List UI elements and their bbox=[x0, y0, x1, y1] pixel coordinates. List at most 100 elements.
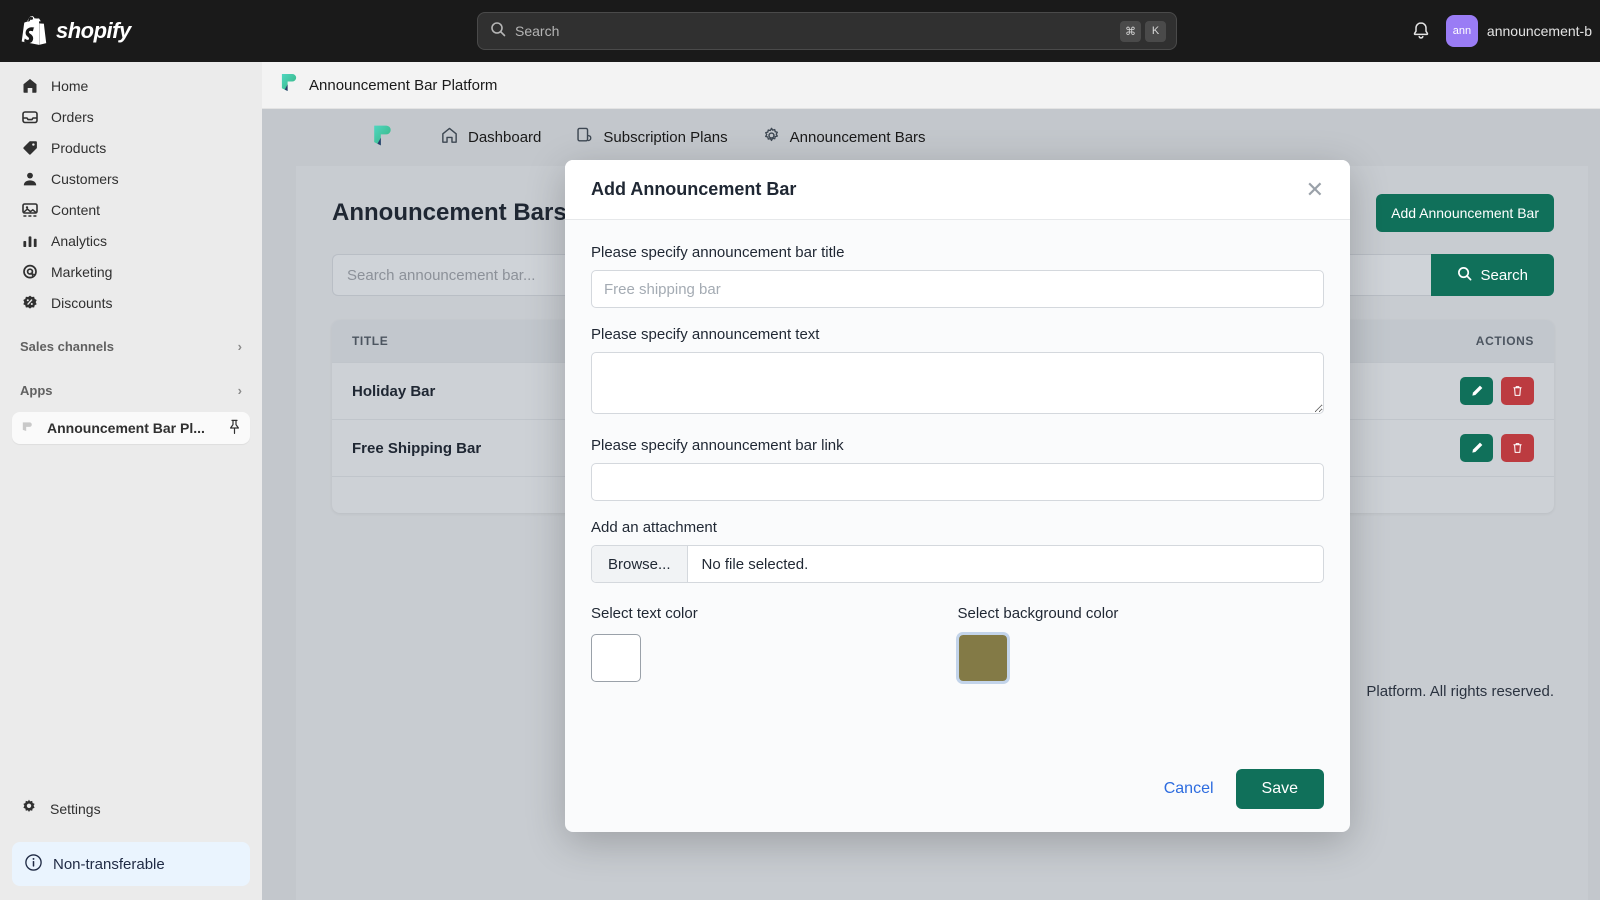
sidebar-item-products[interactable]: Products bbox=[12, 132, 250, 163]
chevron-right-icon: › bbox=[237, 383, 242, 398]
background-color-group: Select background color bbox=[955, 605, 1325, 684]
app-title: Announcement Bar Platform bbox=[309, 76, 498, 94]
content-image-icon bbox=[20, 200, 39, 219]
search-button-label: Search bbox=[1480, 266, 1528, 284]
announcement-search-button[interactable]: Search bbox=[1431, 254, 1554, 296]
top-bar-right: ann announcement-b bbox=[1410, 0, 1600, 62]
save-button[interactable]: Save bbox=[1235, 769, 1324, 809]
sidebar-item-label: Content bbox=[51, 201, 101, 218]
top-bar: shopify Search ⌘ K ann announcement-b bbox=[0, 0, 1600, 62]
product-tag-icon bbox=[20, 138, 39, 157]
color-pickers-row: Select text color Select background colo… bbox=[591, 605, 1325, 684]
close-icon[interactable]: ✕ bbox=[1306, 178, 1324, 201]
marketing-target-icon bbox=[20, 262, 39, 281]
info-circle-icon bbox=[24, 853, 43, 876]
app-nav-label: Subscription Plans bbox=[603, 129, 728, 146]
app-nav-label: Announcement Bars bbox=[789, 129, 926, 146]
orders-inbox-icon bbox=[20, 107, 39, 126]
person-icon bbox=[20, 169, 39, 188]
pin-icon[interactable] bbox=[227, 419, 242, 438]
sidebar-item-label: Home bbox=[51, 77, 89, 94]
shopify-wordmark: shopify bbox=[56, 18, 131, 43]
search-placeholder: Search bbox=[515, 23, 560, 39]
sidebar-item-orders[interactable]: Orders bbox=[12, 101, 250, 132]
search-icon bbox=[1457, 266, 1472, 285]
sidebar-item-label: Analytics bbox=[51, 232, 108, 249]
trash-icon[interactable] bbox=[1501, 434, 1534, 462]
bar-chart-icon bbox=[20, 231, 39, 250]
modal-body: Please specify announcement bar title Pl… bbox=[565, 220, 1350, 746]
home-outline-icon bbox=[440, 126, 459, 149]
modal-title: Add Announcement Bar bbox=[591, 179, 797, 199]
announcement-link-input[interactable] bbox=[591, 463, 1324, 501]
chevron-right-icon: › bbox=[237, 339, 242, 354]
app-footer-text: Platform. All rights reserved. bbox=[1366, 683, 1554, 700]
add-announcement-bar-modal: Add Announcement Bar ✕ Please specify an… bbox=[565, 160, 1350, 832]
global-search[interactable]: Search ⌘ K bbox=[477, 12, 1177, 50]
text-color-swatch[interactable] bbox=[591, 634, 641, 682]
sidebar-section-sales-channels[interactable]: Sales channels › bbox=[12, 331, 250, 362]
sidebar: Home Orders Products Customers Content A… bbox=[0, 62, 262, 900]
browse-button[interactable]: Browse... bbox=[592, 546, 688, 582]
kbd-command: ⌘ bbox=[1120, 20, 1141, 42]
modal-footer: Cancel Save bbox=[565, 746, 1350, 832]
shopify-bag-icon bbox=[20, 16, 47, 46]
app-logo-icon bbox=[280, 72, 299, 98]
app-nav: Dashboard Subscription Plans Announcemen… bbox=[262, 109, 1600, 166]
sidebar-item-label: Announcement Bar Pl... bbox=[47, 420, 205, 436]
cancel-button[interactable]: Cancel bbox=[1164, 780, 1214, 798]
text-color-group: Select text color bbox=[591, 605, 958, 682]
sidebar-item-label: Orders bbox=[51, 108, 94, 125]
user-menu[interactable]: ann announcement-b bbox=[1445, 15, 1592, 47]
avatar: ann bbox=[1445, 15, 1478, 47]
gear-outline-icon bbox=[762, 126, 781, 149]
sidebar-item-home[interactable]: Home bbox=[12, 70, 250, 101]
sidebar-section-label: Sales channels bbox=[20, 339, 114, 354]
attachment-field-label: Add an attachment bbox=[591, 519, 717, 536]
text-color-label: Select text color bbox=[591, 605, 698, 622]
attachment-file-picker[interactable]: Browse... No file selected. bbox=[591, 545, 1324, 583]
sidebar-item-analytics[interactable]: Analytics bbox=[12, 225, 250, 256]
sidebar-item-label: Settings bbox=[50, 800, 101, 817]
shopify-brand[interactable]: shopify bbox=[20, 16, 252, 46]
page-title: Announcement Bars bbox=[332, 199, 567, 226]
app-nav-announcement-bars[interactable]: Announcement Bars bbox=[762, 126, 926, 149]
link-field-label: Please specify announcement bar link bbox=[591, 437, 844, 454]
app-nav-label: Dashboard bbox=[468, 129, 542, 146]
sidebar-section-apps[interactable]: Apps › bbox=[12, 375, 250, 406]
pencil-icon[interactable] bbox=[1460, 434, 1493, 462]
search-icon bbox=[490, 21, 506, 42]
app-nav-dashboard[interactable]: Dashboard bbox=[440, 126, 541, 149]
background-color-swatch[interactable] bbox=[955, 632, 1010, 684]
non-transferable-banner: Non-transferable bbox=[12, 842, 250, 886]
modal-header: Add Announcement Bar ✕ bbox=[565, 160, 1350, 220]
sidebar-item-content[interactable]: Content bbox=[12, 194, 250, 225]
app-nav-logo-icon bbox=[372, 123, 394, 153]
sidebar-item-label: Marketing bbox=[51, 263, 113, 280]
app-nav-subscription-plans[interactable]: Subscription Plans bbox=[575, 126, 728, 149]
sidebar-item-announcement-bar-platform[interactable]: Announcement Bar Pl... bbox=[12, 412, 250, 444]
text-field-label: Please specify announcement text bbox=[591, 326, 820, 343]
add-announcement-bar-button[interactable]: Add Announcement Bar bbox=[1376, 194, 1554, 232]
app-logo-icon bbox=[20, 419, 35, 437]
background-color-label: Select background color bbox=[957, 605, 1119, 622]
pencil-icon[interactable] bbox=[1460, 377, 1493, 405]
sidebar-item-marketing[interactable]: Marketing bbox=[12, 256, 250, 287]
sidebar-item-customers[interactable]: Customers bbox=[12, 163, 250, 194]
sidebar-item-settings[interactable]: Settings bbox=[12, 793, 250, 824]
announcement-title-input[interactable] bbox=[591, 270, 1324, 308]
sidebar-item-label: Discounts bbox=[51, 294, 113, 311]
discount-badge-icon bbox=[20, 293, 39, 312]
announcement-text-textarea[interactable] bbox=[591, 352, 1324, 414]
subscription-icon bbox=[575, 126, 594, 149]
sidebar-section-label: Apps bbox=[20, 383, 53, 398]
sidebar-item-label: Products bbox=[51, 139, 107, 156]
user-name: announcement-b bbox=[1486, 23, 1592, 39]
sidebar-item-label: Customers bbox=[51, 170, 119, 187]
non-transferable-label: Non-transferable bbox=[53, 855, 165, 873]
sidebar-item-discounts[interactable]: Discounts bbox=[12, 287, 250, 318]
bell-icon[interactable] bbox=[1410, 20, 1432, 42]
app-title-bar: Announcement Bar Platform bbox=[262, 62, 1600, 109]
trash-icon[interactable] bbox=[1501, 377, 1534, 405]
home-icon bbox=[20, 76, 39, 95]
